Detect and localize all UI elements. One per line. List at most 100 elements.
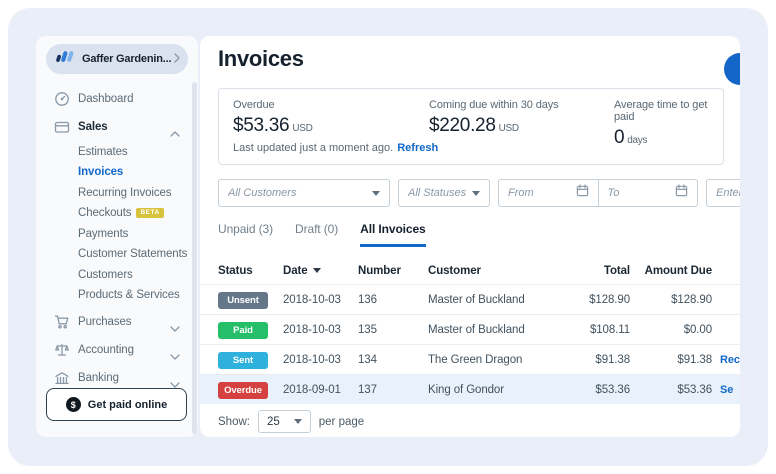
show-label: Show:	[218, 415, 250, 428]
create-invoice-button[interactable]	[724, 53, 740, 85]
column-status[interactable]: Status	[218, 258, 280, 284]
per-page-label: per page	[318, 415, 365, 428]
date-to-input[interactable]: To	[597, 180, 698, 206]
table-row-highlighted[interactable]: Overdue 2018-09-01 137 King of Gondor $5…	[200, 374, 740, 404]
sidebar-item-products-services[interactable]: Products & Services	[36, 285, 196, 305]
status-badge: Sent	[218, 352, 268, 369]
statuses-filter-value: All Statuses	[408, 187, 466, 199]
statuses-filter-dropdown[interactable]: All Statuses	[398, 179, 490, 207]
stat-label: Average time to get paid	[614, 99, 708, 123]
sidebar-item-sales[interactable]: Sales	[36, 117, 196, 137]
wave-logo-icon	[54, 48, 76, 70]
date-cell: 2018-09-01	[283, 384, 341, 396]
sidebar-item-estimates[interactable]: Estimates	[36, 142, 196, 162]
number-cell: 135	[358, 324, 377, 336]
status-badge: Unsent	[218, 292, 268, 309]
business-name: Gaffer Gardenin...	[82, 53, 172, 65]
beta-badge: BETA	[136, 207, 164, 219]
status-cell: Sent	[218, 345, 280, 375]
bank-icon	[54, 370, 70, 386]
date-from-placeholder: From	[508, 187, 534, 199]
table-row[interactable]: Unsent 2018-10-03 136 Master of Buckland…	[200, 284, 740, 314]
pagination: Show: 25 per page	[218, 410, 364, 433]
date-from-input[interactable]: From	[499, 180, 598, 206]
invoice-number-input[interactable]: Enter I	[706, 179, 740, 207]
stat-label: Overdue	[233, 99, 275, 111]
page-size-value: 25	[266, 415, 280, 428]
status-cell: Unsent	[218, 285, 280, 315]
sidebar-item-banking[interactable]: Banking	[36, 368, 196, 388]
calendar-icon	[675, 184, 688, 202]
invoice-number-placeholder: Enter I	[716, 187, 740, 199]
sub-item-label: Checkouts BETA	[78, 207, 164, 219]
sub-item-label: Payments	[78, 228, 129, 240]
row-action-link[interactable]: Se	[720, 375, 740, 405]
sidebar-item-recurring-invoices[interactable]: Recurring Invoices	[36, 183, 196, 203]
sidebar-item-purchases[interactable]: Purchases	[36, 312, 196, 332]
amount-due-cell: $53.36	[677, 384, 712, 396]
date-cell: 2018-10-03	[283, 294, 341, 306]
row-action-link[interactable]: Rec	[720, 345, 740, 375]
stat-value: $53.36 USD	[233, 115, 313, 136]
number-cell: 136	[358, 294, 377, 306]
sidebar-item-customer-statements[interactable]: Customer Statements	[36, 244, 196, 264]
date-cell: 2018-10-03	[283, 354, 341, 366]
last-updated-text: Last updated just a moment ago. Refresh	[233, 142, 439, 154]
sidebar-item-accounting[interactable]: Accounting	[36, 340, 196, 360]
app-window: Gaffer Gardenin... Dashboard Sales Estim…	[0, 0, 776, 474]
total-cell: $91.38	[595, 354, 630, 366]
stat-value: $220.28 USD	[429, 115, 519, 136]
sub-item-label: Products & Services	[78, 289, 180, 301]
sub-item-label: Invoices	[78, 166, 124, 178]
column-total[interactable]: Total	[550, 258, 630, 284]
amount-due-cell: $91.38	[677, 354, 712, 366]
sidebar: Gaffer Gardenin... Dashboard Sales Estim…	[36, 36, 198, 437]
stat-coming-due: Coming due within 30 days $220.28 USD	[429, 99, 559, 137]
table-header: Status Date Number Customer Total Amount…	[200, 258, 740, 284]
column-amount-due[interactable]: Amount Due	[632, 258, 712, 284]
sidebar-item-customers[interactable]: Customers	[36, 265, 196, 285]
tab-draft[interactable]: Draft (0)	[295, 222, 338, 247]
sidebar-item-label: Purchases	[78, 316, 132, 328]
sidebar-item-dashboard[interactable]: Dashboard	[36, 89, 196, 109]
balance-scale-icon	[54, 342, 70, 358]
sub-item-label: Recurring Invoices	[78, 187, 172, 199]
chevron-down-icon	[372, 190, 380, 196]
shopping-cart-icon	[54, 314, 70, 330]
sidebar-item-payments[interactable]: Payments	[36, 224, 196, 244]
chevron-down-icon	[170, 347, 180, 365]
page-size-select[interactable]: 25	[257, 410, 311, 433]
status-badge: Paid	[218, 322, 268, 339]
get-paid-online-button[interactable]: $ Get paid online	[46, 388, 187, 421]
dollar-coin-icon: $	[65, 397, 81, 412]
amount-due-cell: $128.90	[671, 294, 712, 306]
stat-label: Coming due within 30 days	[429, 99, 559, 111]
chevron-up-icon	[170, 124, 180, 142]
date-range-filter: From To	[498, 179, 698, 207]
total-cell: $128.90	[589, 294, 630, 306]
table-row[interactable]: Sent 2018-10-03 134 The Green Dragon $91…	[200, 344, 740, 374]
business-selector[interactable]: Gaffer Gardenin...	[46, 44, 188, 74]
customers-filter-value: All Customers	[228, 187, 297, 199]
sidebar-item-label: Sales	[78, 121, 108, 133]
credit-card-icon	[54, 119, 70, 135]
dashboard-gauge-icon	[54, 91, 70, 107]
sub-item-label: Estimates	[78, 146, 128, 158]
sidebar-item-invoices[interactable]: Invoices	[36, 162, 196, 182]
stat-overdue: Overdue $53.36 USD	[233, 99, 313, 137]
customers-filter-dropdown[interactable]: All Customers	[218, 179, 390, 207]
widget-panel: Gaffer Gardenin... Dashboard Sales Estim…	[8, 8, 768, 466]
status-cell: Overdue	[218, 375, 280, 405]
tab-all-invoices[interactable]: All Invoices	[360, 222, 426, 247]
tab-unpaid[interactable]: Unpaid (3)	[218, 222, 273, 247]
table-row[interactable]: Paid 2018-10-03 135 Master of Buckland $…	[200, 314, 740, 344]
stat-value: 0 days	[614, 127, 648, 148]
sidebar-item-checkouts[interactable]: Checkouts BETA	[36, 203, 196, 223]
column-date[interactable]: Date	[283, 258, 353, 284]
refresh-link[interactable]: Refresh	[397, 142, 438, 154]
get-paid-label: Get paid online	[87, 398, 168, 411]
sidebar-item-label: Banking	[78, 372, 119, 384]
column-number[interactable]: Number	[358, 258, 413, 284]
chevron-down-icon	[170, 319, 180, 337]
total-cell: $53.36	[595, 384, 630, 396]
